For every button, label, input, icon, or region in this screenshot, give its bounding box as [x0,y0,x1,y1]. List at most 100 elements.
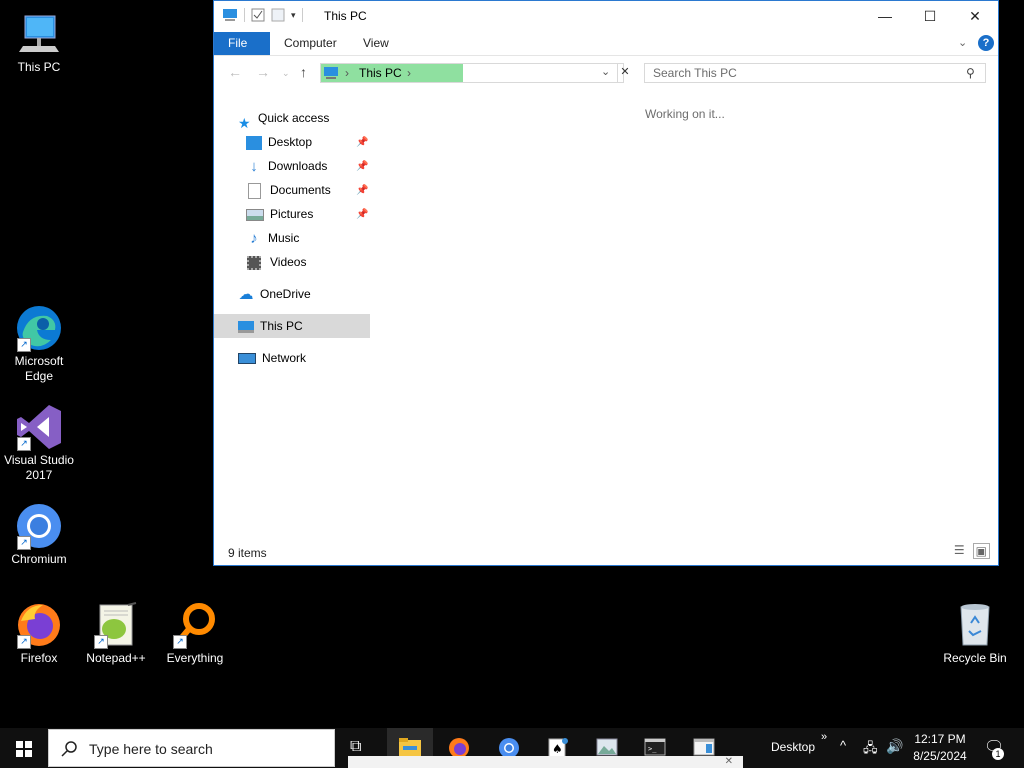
desktop-toolbar-label[interactable]: Desktop [771,740,815,754]
desktop-icon-recycle-bin[interactable]: Recycle Bin [937,601,1013,666]
computer-icon [223,9,237,21]
app-window-icon [693,738,715,756]
new-folder-icon[interactable] [271,8,285,22]
edge-icon: ↗ [15,304,63,352]
address-dropdown-chevron-icon[interactable]: ⌄ [601,65,610,78]
desktop-icon-chromium[interactable]: ↗ Chromium [1,502,77,567]
nav-item-label: Network [262,351,307,365]
nav-item-label: Documents [270,183,331,197]
up-arrow-icon[interactable]: ↑ [300,64,307,80]
nav-item-documents[interactable]: Documents [246,179,331,201]
maximize-button[interactable]: ☐ [907,1,953,32]
folder-icon [399,738,421,756]
properties-icon[interactable] [251,8,265,22]
pin-icon[interactable]: 📌 [356,161,368,172]
shortcut-arrow-icon: ↗ [17,536,31,550]
nav-item-pictures[interactable]: Pictures [246,203,313,225]
music-note-icon: ♪ [250,229,258,247]
customize-toolbar-chevron-icon[interactable]: ▾ [291,10,296,21]
address-bar[interactable]: › This PC › ⌄ ✕ [320,63,630,83]
large-icons-view-icon[interactable]: ▣ [972,543,990,559]
desktop-folder-icon [246,135,262,150]
forward-arrow-icon[interactable]: → [256,64,270,80]
nav-item-music[interactable]: ♪ Music [246,227,299,249]
taskbar-search-box[interactable]: Type here to search [48,729,335,767]
desktop-icon-label: This PC [17,60,61,74]
desktop-icon-label: Microsoft Edge [14,354,64,383]
nav-item-desktop[interactable]: Desktop [246,131,312,153]
svg-text:>_: >_ [648,745,657,753]
nav-item-downloads[interactable]: ↓ Downloads [246,155,327,177]
window-title: This PC [324,9,367,23]
pin-icon[interactable]: 📌 [356,137,368,148]
recent-locations-chevron-icon[interactable]: ⌄ [282,68,290,79]
details-view-icon[interactable]: ☰ [954,543,965,559]
chromium-icon: ↗ [15,502,63,550]
shortcut-arrow-icon: ↗ [94,635,108,649]
tab-view[interactable]: View [349,32,403,55]
clock-date: 8/25/2024 [913,749,967,763]
nav-item-quick-access[interactable]: ★ Quick access [238,107,329,131]
nav-item-label: Desktop [268,135,313,149]
computer-icon [15,10,63,58]
nav-item-network[interactable]: Network [238,347,306,369]
desktop-icon-this-pc[interactable]: This PC [1,10,77,75]
desktop-icon-label: Recycle Bin [943,651,1007,665]
popup-close-icon[interactable]: ✕ [725,756,733,767]
desktop-icon-visual-studio[interactable]: ↗ Visual Studio 2017 [1,403,77,483]
clear-address-icon[interactable]: ✕ [617,63,632,82]
desktop-icon-firefox[interactable]: ↗ Firefox [1,601,77,666]
recycle-bin-icon [951,601,999,649]
volume-icon[interactable]: 🔊 [886,738,903,755]
pin-icon[interactable]: 📌 [356,185,368,196]
windows-logo-icon [16,741,32,757]
download-arrow-icon: ↓ [250,157,258,175]
breadcrumb-chevron-icon[interactable]: › [407,66,411,80]
back-arrow-icon[interactable]: ← [228,64,242,80]
close-button[interactable]: ✕ [952,1,998,32]
action-center-button[interactable]: 🗨 1 [980,736,1010,760]
nav-item-this-pc[interactable]: This PC [238,315,303,337]
quick-access-toolbar: ▾ [222,8,303,22]
desktop-icon-label: Chromium [11,552,67,566]
separator [301,8,303,22]
nav-item-label: Music [268,231,300,245]
search-icon[interactable]: ⚲ [966,66,975,80]
shortcut-arrow-icon: ↗ [17,338,31,352]
breadcrumb-this-pc[interactable]: This PC [359,66,402,80]
taskbar-preview-popup[interactable]: ✕ [348,756,743,768]
minimize-button[interactable]: — [862,1,908,32]
toolbar-expand-chevron-icon[interactable]: » [821,731,827,743]
network-icon [238,353,256,365]
start-button[interactable] [0,728,48,768]
desktop-icon-edge[interactable]: ↗ Microsoft Edge [1,304,77,384]
help-icon[interactable]: ? [978,35,994,51]
photos-icon [596,738,618,756]
show-hidden-icons-chevron-icon[interactable]: ^ [840,738,846,753]
taskbar-search-placeholder: Type here to search [89,741,213,757]
search-input[interactable]: Search This PC [644,63,986,83]
pin-icon[interactable]: 📌 [356,209,368,220]
file-explorer-window: ▾ This PC — ☐ ✕ File Computer View ⌄ ? ←… [213,0,999,566]
address-row: ← → ⌄ ↑ › This PC › ⌄ ✕ Search This PC ⚲ [214,56,998,92]
shortcut-arrow-icon: ↗ [173,635,187,649]
ribbon-tabs: File Computer View ⌄ ? [214,32,998,56]
everything-search-icon: ↗ [171,601,219,649]
desktop-icon-notepadpp[interactable]: ↗ Notepad++ [78,601,154,666]
tab-computer[interactable]: Computer [270,32,351,55]
notification-count-badge: 1 [992,748,1004,760]
taskbar-clock[interactable]: 12:17 PM 8/25/2024 [910,731,970,765]
separator [244,8,245,22]
loading-message: Working on it... [645,107,725,121]
clock-time: 12:17 PM [914,732,966,746]
view-toggle-group: ☰ ▣ [954,543,990,559]
tab-file[interactable]: File [214,32,270,55]
nav-item-videos[interactable]: Videos [246,251,306,273]
computer-icon [238,320,254,333]
breadcrumb-chevron-icon[interactable]: › [345,66,349,80]
nav-item-onedrive[interactable]: ☁ OneDrive [238,283,311,305]
computer-icon [324,67,338,79]
network-status-icon[interactable]: 🖧 [863,739,878,761]
desktop-icon-everything[interactable]: ↗ Everything [157,601,233,666]
expand-ribbon-chevron-icon[interactable]: ⌄ [958,36,967,49]
